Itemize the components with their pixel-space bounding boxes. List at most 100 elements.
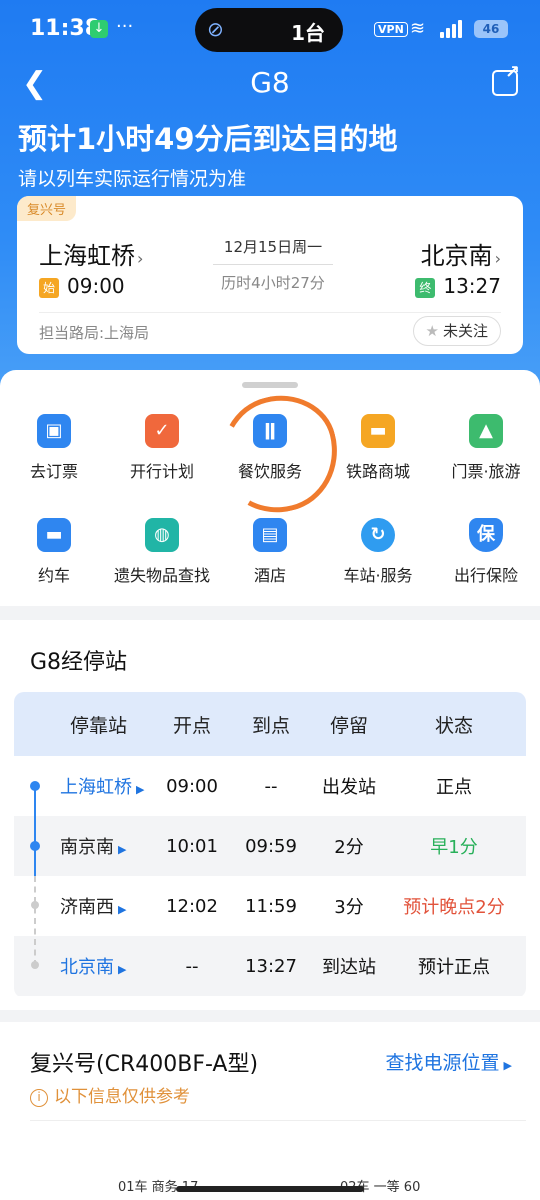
stop-status: 预计正点 <box>418 957 490 978</box>
power-link-label: 查找电源位置 <box>385 1052 500 1074</box>
trip-card: 复兴号 上海虹桥 › 12月15日周一 历时4小时27分 北京南 › 始 09:00 … <box>17 196 523 354</box>
service-train[interactable]: ▣ 去订票 <box>0 414 108 482</box>
page-title: G8 <box>250 66 290 99</box>
divider <box>30 1120 526 1121</box>
drag-handle[interactable] <box>242 382 298 388</box>
service-hotel[interactable]: ▤ 酒店 <box>216 518 324 586</box>
table-row[interactable]: 济南西 ▶ 12:02 11:59 3分 预计晚点2分 <box>14 876 526 936</box>
hotel-icon: ▤ <box>253 518 287 552</box>
train-model: 复兴号(CR400BF-A型) <box>30 1052 259 1077</box>
duration-line <box>213 264 333 265</box>
table-row[interactable]: 南京南 ▶ 10:01 09:59 2分 早1分 <box>14 816 526 876</box>
stop-stay: 出发站 <box>322 777 376 798</box>
table-row[interactable]: 北京南 ▶ -- 13:27 到达站 预计正点 <box>14 936 526 996</box>
chevron-right-icon: › <box>494 249 501 268</box>
link-icon: ⊘ <box>207 17 224 41</box>
table-header: 停靠站 开点 到点 停留 状态 <box>14 692 526 756</box>
stops-section: G8经停站 停靠站 开点 到点 停留 状态 上海虹桥 ▶ 09:00 -- 出发站… <box>0 620 540 1010</box>
mountain-icon: ▲ <box>469 414 503 448</box>
stop-dep: -- <box>185 955 199 977</box>
triangle-icon: ▶ <box>118 903 127 916</box>
vpn-icon: VPN <box>374 22 408 37</box>
service-mountain[interactable]: ▲ 门票·旅游 <box>432 414 540 482</box>
battery-icon: 46 <box>474 20 508 38</box>
stops-title: G8经停站 <box>30 650 128 675</box>
departure-time-value: 09:00 <box>67 274 125 298</box>
service-label: 车站·服务 <box>343 566 413 585</box>
origin-name: 上海虹桥 <box>39 242 135 270</box>
follow-button[interactable]: ★ 未关注 <box>412 316 501 346</box>
follow-label: 未关注 <box>442 322 488 340</box>
service-insurance[interactable]: 保出行保险 <box>432 518 540 586</box>
col-dep: 开点 <box>172 714 211 737</box>
service-lost-bag[interactable]: ◍ 遗失物品查找 <box>108 518 216 586</box>
service-label: 出行保险 <box>453 566 518 585</box>
operating-bureau: 担当路局:上海局 <box>39 324 150 342</box>
origin-station[interactable]: 上海虹桥 › <box>39 236 143 271</box>
stop-stay: 2分 <box>334 837 364 858</box>
signal-icon <box>440 20 468 38</box>
chevron-right-icon: › <box>137 249 144 268</box>
remaining-rail <box>34 876 36 966</box>
train-icon: ▣ <box>37 414 71 448</box>
progress-rail <box>34 786 36 876</box>
eta-headline: 预计1小时49分后到达目的地 <box>18 122 398 156</box>
arrival-time: 终 13:27 <box>415 274 501 298</box>
service-label: 去订票 <box>29 462 78 481</box>
train-info-section: 复兴号(CR400BF-A型) 查找电源位置 ▶ i 以下信息仅供参考 01车 商务… <box>0 1022 540 1200</box>
service-label: 遗失物品查找 <box>113 566 210 585</box>
col-status: 状态 <box>434 714 473 737</box>
stop-dot <box>30 841 40 851</box>
station-name: 上海虹桥 <box>60 777 132 798</box>
stop-dot <box>30 781 40 791</box>
service-label: 酒店 <box>253 566 286 585</box>
share-icon[interactable] <box>492 62 520 96</box>
service-label: 开行计划 <box>129 462 194 481</box>
status-bar: 11:38 ↓ ··· ⊘ 1台 VPN ≋ 46 <box>0 0 540 60</box>
triangle-icon: ▶ <box>118 963 127 976</box>
service-station[interactable]: ↻ 车站·服务 <box>324 518 432 586</box>
wifi-icon: ≋ <box>410 18 426 39</box>
service-label: 铁路商城 <box>345 462 410 481</box>
arrival-time-value: 13:27 <box>443 274 501 298</box>
service-label: 门票·旅游 <box>451 462 521 481</box>
table-row[interactable]: 上海虹桥 ▶ 09:00 -- 出发站 正点 <box>14 756 526 816</box>
dynamic-island: ⊘ 1台 <box>195 8 343 52</box>
triangle-icon: ▶ <box>118 843 127 856</box>
more-dots: ··· <box>116 16 134 37</box>
stop-arr: 09:59 <box>245 835 297 857</box>
home-indicator[interactable] <box>176 1186 364 1192</box>
stop-arr: -- <box>264 775 278 797</box>
service-calendar[interactable]: ✓ 开行计划 <box>108 414 216 482</box>
stops-table: 停靠站 开点 到点 停留 状态 上海虹桥 ▶ 09:00 -- 出发站 正点 南京… <box>14 692 526 998</box>
col-stay: 停留 <box>329 714 368 737</box>
stop-dep: 10:01 <box>166 835 218 857</box>
destination-name: 北京南 <box>420 242 493 270</box>
stop-dep: 09:00 <box>166 775 218 797</box>
service-taxi[interactable]: ▬ 约车 <box>0 518 108 586</box>
info-note: i 以下信息仅供参考 <box>30 1082 190 1107</box>
stop-dep: 12:02 <box>166 895 218 917</box>
departure-time: 始 09:00 <box>39 274 125 298</box>
calendar-icon: ✓ <box>145 414 179 448</box>
stop-stay: 到达站 <box>322 957 376 978</box>
stop-dot <box>31 961 39 969</box>
service-shop[interactable]: ▬ 铁路商城 <box>324 414 432 482</box>
station-icon: ↻ <box>361 518 395 552</box>
end-tag: 终 <box>415 277 436 298</box>
destination-station[interactable]: 北京南 › <box>421 236 501 271</box>
travel-duration: 历时4小时27分 <box>221 274 325 292</box>
col-station: 停靠站 <box>70 714 128 737</box>
station-name: 济南西 <box>60 897 114 918</box>
island-count: 1台 <box>291 21 325 45</box>
divider <box>39 312 501 313</box>
stop-arr: 11:59 <box>245 895 297 917</box>
station-name: 南京南 <box>60 837 114 858</box>
start-tag: 始 <box>39 277 59 298</box>
insurance-icon: 保 <box>469 518 503 552</box>
stop-stay: 3分 <box>334 897 364 918</box>
shop-icon: ▬ <box>361 414 395 448</box>
lost-bag-icon: ◍ <box>145 518 179 552</box>
power-location-link[interactable]: 查找电源位置 ▶ <box>386 1048 512 1075</box>
stop-status: 早1分 <box>430 837 478 858</box>
